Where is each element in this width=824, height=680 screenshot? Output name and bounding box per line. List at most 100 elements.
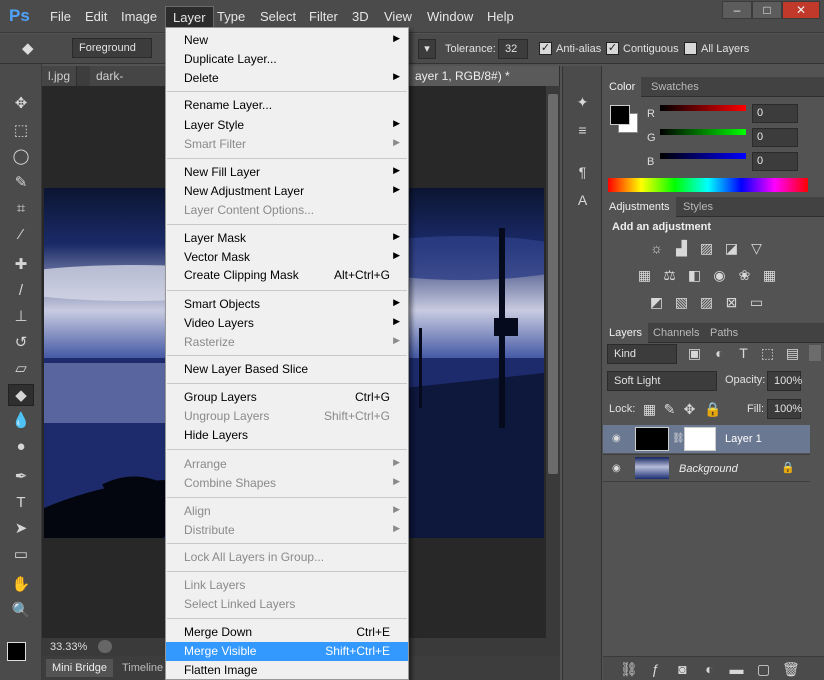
posterize-icon[interactable]: ▧ <box>673 294 690 310</box>
marquee-tool-icon[interactable]: ⬚ <box>8 120 34 142</box>
menu-3d[interactable]: 3D <box>352 9 369 24</box>
fx-icon[interactable]: ƒ <box>647 661 664 677</box>
menu-item-new-fill-layer[interactable]: New Fill Layer ▶ <box>166 163 408 182</box>
menu-item-group-layers[interactable]: Group Layers Ctrl+G <box>166 388 408 407</box>
menu-item-new[interactable]: New ▶ <box>166 31 408 50</box>
menu-file[interactable]: File <box>50 9 71 24</box>
timeline-tab[interactable]: Timeline <box>116 659 169 677</box>
minimize-button[interactable]: – <box>722 1 752 19</box>
hand-tool-icon[interactable]: ✋ <box>8 574 34 596</box>
status-info-icon[interactable] <box>98 640 112 653</box>
b-value-input[interactable]: 0 <box>752 152 798 171</box>
menu-filter[interactable]: Filter <box>309 9 338 24</box>
blend-mode-select[interactable]: Soft Light <box>607 371 717 391</box>
pen-tool-icon[interactable]: ✒ <box>8 466 34 488</box>
layers-tab[interactable]: Layers <box>603 323 649 343</box>
filter-pixel-icon[interactable]: ▣ <box>686 345 703 361</box>
crop-tool-icon[interactable]: ⌗ <box>8 198 34 220</box>
layer-mask-thumbnail[interactable] <box>684 427 716 451</box>
menu-item-vector-mask[interactable]: Vector Mask ▶ <box>166 248 408 267</box>
menu-edit[interactable]: Edit <box>85 9 107 24</box>
menu-item-layer-style[interactable]: Layer Style ▶ <box>166 116 408 135</box>
menu-view[interactable]: View <box>384 9 412 24</box>
menu-layer[interactable]: Layer <box>165 6 214 29</box>
menu-item-delete[interactable]: Delete ▶ <box>166 69 408 88</box>
r-slider[interactable] <box>660 105 746 111</box>
invert-icon[interactable]: ◩ <box>648 294 665 310</box>
layer-row-layer1[interactable]: ◉ ⛓ Layer 1 <box>603 425 810 453</box>
healing-brush-tool-icon[interactable]: ✚ <box>8 254 34 276</box>
threshold-icon[interactable]: ▨ <box>698 294 715 310</box>
hue-saturation-icon[interactable]: ▦ <box>636 267 653 283</box>
menu-item-smart-objects[interactable]: Smart Objects ▶ <box>166 295 408 314</box>
lock-transparent-icon[interactable]: ▦ <box>641 401 658 417</box>
filter-type-icon[interactable]: T <box>735 345 752 361</box>
path-selection-tool-icon[interactable]: ➤ <box>8 518 34 540</box>
antialias-checkbox[interactable]: ✓ <box>539 42 552 55</box>
channel-mixer-icon[interactable]: ❀ <box>736 267 753 283</box>
paint-bucket-icon[interactable]: ◆ <box>22 39 42 59</box>
photo-filter-icon[interactable]: ◉ <box>711 267 728 283</box>
styles-tab[interactable]: Styles <box>677 197 719 217</box>
menu-item-new-adjustment-layer[interactable]: New Adjustment Layer ▶ <box>166 182 408 201</box>
delete-layer-icon[interactable]: 🗑 <box>782 661 800 677</box>
menu-window[interactable]: Window <box>427 9 473 24</box>
scrollbar-thumb[interactable] <box>548 94 558 474</box>
type-tool-icon[interactable]: T <box>8 492 34 514</box>
add-mask-icon[interactable]: ◙ <box>674 661 691 677</box>
filter-adjustment-icon[interactable]: ◐ <box>711 345 728 361</box>
menu-help[interactable]: Help <box>487 9 514 24</box>
paragraph-panel-icon[interactable]: A <box>574 192 591 208</box>
zoom-tool-icon[interactable]: 🔍 <box>8 600 34 622</box>
lasso-tool-icon[interactable]: ◯ <box>8 146 34 168</box>
fill-input[interactable]: 100% <box>767 399 802 419</box>
lock-position-icon[interactable]: ✥ <box>681 401 698 417</box>
brightness-contrast-icon[interactable]: ☼ <box>648 240 665 256</box>
all-layers-checkbox[interactable] <box>684 42 697 55</box>
character-panel-icon[interactable]: ¶ <box>574 164 591 180</box>
doc-tab-active[interactable]: ayer 1, RGB/8#) * <box>409 66 560 86</box>
tool-presets-icon[interactable]: ≡ <box>574 122 591 138</box>
black-white-icon[interactable]: ◧ <box>686 267 703 283</box>
history-brush-tool-icon[interactable]: ↺ <box>8 332 34 354</box>
channels-tab[interactable]: Channels <box>647 323 705 343</box>
paint-bucket-tool-icon[interactable]: ◆ <box>8 384 34 406</box>
doc-tab-2[interactable]: dark-summer <box>90 66 166 86</box>
rectangle-tool-icon[interactable]: ▭ <box>8 544 34 566</box>
menu-item-layer-mask[interactable]: Layer Mask ▶ <box>166 229 408 248</box>
brush-tool-icon[interactable]: / <box>8 280 34 302</box>
new-layer-icon[interactable]: ▢ <box>755 661 772 677</box>
zoom-level[interactable]: 33.33% <box>50 641 87 653</box>
swatches-tab[interactable]: Swatches <box>645 77 705 97</box>
adjustments-tab[interactable]: Adjustments <box>603 197 676 217</box>
menu-item-create-clipping-mask[interactable]: Create Clipping Mask Alt+Ctrl+G <box>166 266 408 285</box>
quick-select-tool-icon[interactable]: ✎ <box>8 172 34 194</box>
curves-icon[interactable]: ▨ <box>698 240 715 256</box>
menu-item-flatten-image[interactable]: Flatten Image <box>166 661 408 680</box>
menu-type[interactable]: Type <box>217 9 245 24</box>
levels-icon[interactable]: ▟ <box>673 240 690 256</box>
opacity-input[interactable]: 100% <box>767 371 802 391</box>
g-value-input[interactable]: 0 <box>752 128 798 147</box>
eraser-tool-icon[interactable]: ▱ <box>8 358 34 380</box>
menu-item-duplicate-layer[interactable]: Duplicate Layer... <box>166 50 408 69</box>
doc-tab-1[interactable]: l.jpg <box>42 66 78 86</box>
paths-tab[interactable]: Paths <box>704 323 744 343</box>
mode-dropdown-arrow-icon[interactable]: ▾ <box>418 39 436 59</box>
layer-name[interactable]: Background <box>679 463 738 475</box>
new-group-icon[interactable]: ▬ <box>728 661 745 677</box>
color-ramp[interactable] <box>608 178 808 192</box>
lock-all-icon[interactable]: 🔒 <box>704 401 721 417</box>
move-tool-icon[interactable]: ✥ <box>8 93 34 115</box>
layer-row-background[interactable]: ◉ Background 🔒 <box>603 454 810 482</box>
visibility-eye-icon[interactable]: ◉ <box>612 463 621 474</box>
menu-item-merge-down[interactable]: Merge Down Ctrl+E <box>166 623 408 642</box>
color-tab[interactable]: Color <box>603 77 642 97</box>
color-foreground-swatch[interactable] <box>610 105 630 125</box>
menu-item-rename-layer[interactable]: Rename Layer... <box>166 96 408 115</box>
tolerance-input[interactable]: 32 <box>498 39 528 59</box>
lock-image-icon[interactable]: ✎ <box>661 401 678 417</box>
contiguous-checkbox[interactable]: ✓ <box>606 42 619 55</box>
color-lookup-icon[interactable]: ▦ <box>761 267 778 283</box>
filter-toggle[interactable] <box>809 345 821 361</box>
